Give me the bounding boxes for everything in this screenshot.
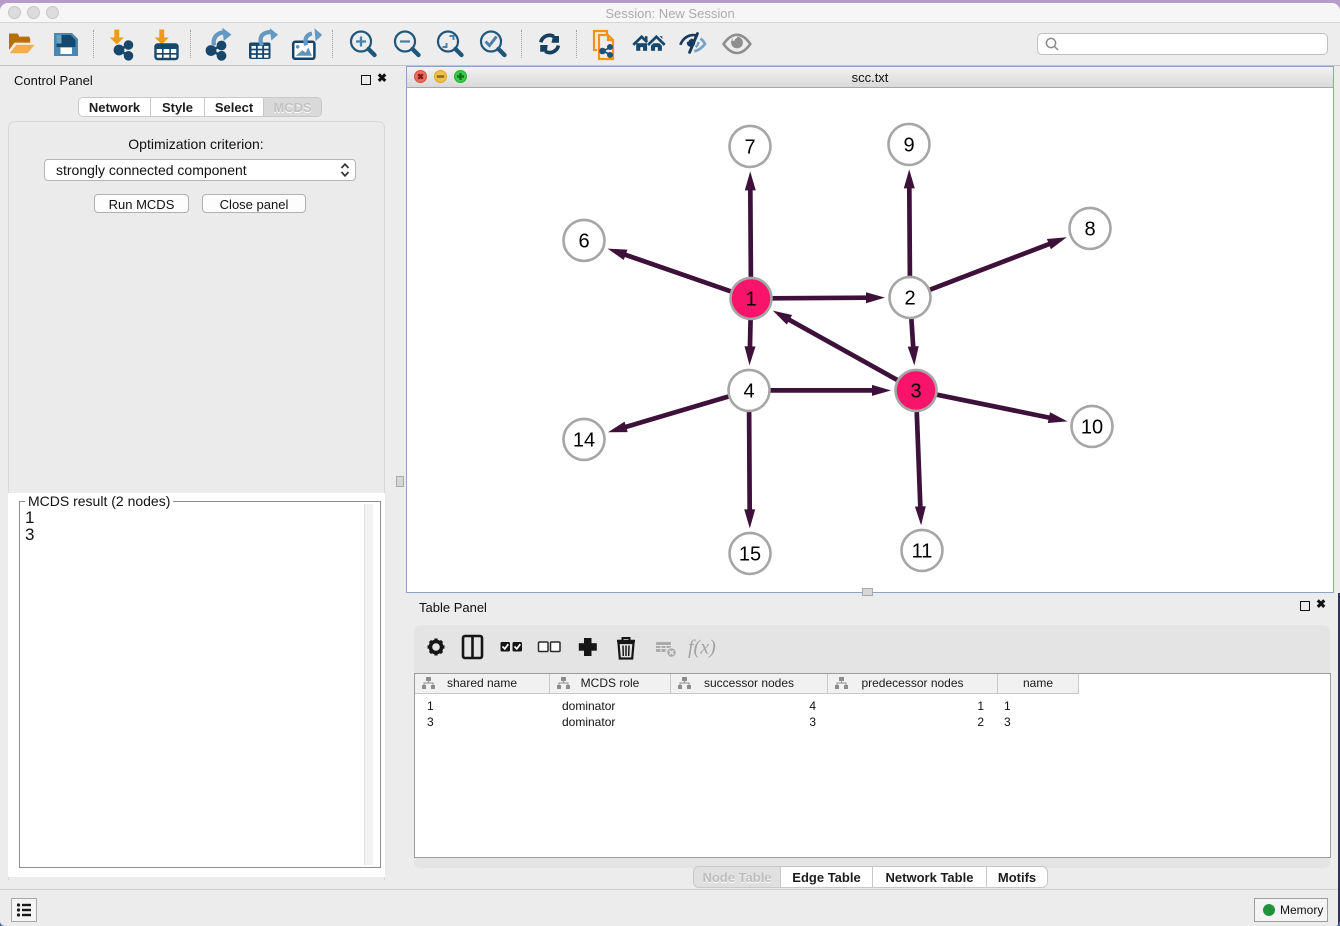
svg-text:2: 2 (904, 287, 915, 309)
svg-text:9: 9 (903, 134, 914, 156)
svg-text:3: 3 (910, 380, 921, 402)
svg-text:6: 6 (578, 230, 589, 252)
svg-text:1: 1 (745, 288, 756, 310)
svg-text:14: 14 (573, 429, 595, 451)
svg-text:15: 15 (739, 543, 761, 565)
svg-text:8: 8 (1084, 218, 1095, 240)
svg-text:4: 4 (743, 380, 754, 402)
svg-text:10: 10 (1081, 416, 1103, 438)
svg-text:f(x): f(x) (688, 637, 716, 659)
svg-text:11: 11 (912, 540, 933, 562)
svg-text:7: 7 (744, 136, 755, 158)
